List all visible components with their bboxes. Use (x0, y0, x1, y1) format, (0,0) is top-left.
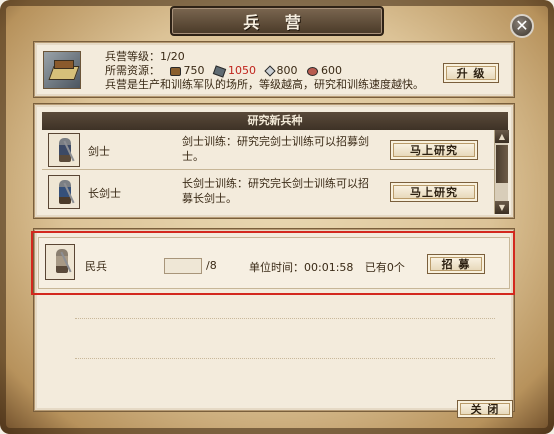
recruit-max: /8 (206, 259, 217, 272)
barracks-info-panel: 兵营等级：1/20 所需资源： 750 1050 800 600 兵营是生产和训… (34, 42, 514, 97)
research-longswordsman-button[interactable]: 马上研究 (390, 182, 478, 202)
research-swordsman-button[interactable]: 马上研究 (390, 140, 478, 160)
window-title-bar: 兵 营 (170, 6, 384, 36)
divider (75, 358, 495, 359)
unit-time: 单位时间：00:01:58 已有0个 (249, 259, 405, 275)
food-icon (307, 66, 318, 76)
unit-time-label: 单位时间： (249, 261, 304, 274)
unit-name: 剑士 (88, 145, 110, 158)
research-scrollbar[interactable]: ▲ ▼ (494, 130, 509, 214)
longswordsman-icon (48, 175, 80, 209)
wood-icon (169, 66, 181, 76)
scroll-down-icon[interactable]: ▼ (495, 201, 509, 214)
swordsman-icon (48, 133, 80, 167)
recruit-highlight: 民兵 /8 单位时间：00:01:58 已有0个 招 募 (31, 231, 515, 295)
close-icon[interactable]: ✕ (510, 14, 534, 38)
recruit-quantity-input[interactable] (164, 258, 202, 274)
militia-name: 民兵 (85, 260, 107, 273)
research-header: 研究新兵种 (42, 112, 508, 130)
unit-row-longswordsman: 长剑士 长剑士训练：研究完长剑士训练可以招募长剑士。 马上研究 (42, 172, 494, 212)
research-panel: 研究新兵种 剑士 剑士训练：研究完剑士训练可以招募剑士。 马上研究 长剑士 长剑… (34, 104, 514, 218)
barracks-window: 兵 营 ✕ 兵营等级：1/20 所需资源： 750 1050 800 600 兵… (0, 0, 554, 434)
owned-count: 已有0个 (364, 261, 405, 274)
recruit-button[interactable]: 招 募 (427, 254, 485, 274)
scroll-up-icon[interactable]: ▲ (495, 130, 509, 143)
scroll-thumb[interactable] (496, 145, 508, 183)
close-button[interactable]: 关 闭 (457, 400, 513, 418)
barracks-description: 兵营是生产和训练军队的场所，等级越高，研究和训练速度越快。 (105, 78, 424, 91)
upgrade-button[interactable]: 升 级 (443, 63, 499, 83)
unit-row-swordsman: 剑士 剑士训练：研究完剑士训练可以招募剑士。 马上研究 (42, 130, 494, 170)
divider (75, 318, 495, 319)
barracks-building-icon (43, 51, 81, 89)
recruit-row-militia: 民兵 /8 单位时间：00:01:58 已有0个 招 募 (38, 237, 510, 289)
iron-icon (263, 65, 276, 77)
unit-time-value: 00:01:58 (304, 261, 354, 274)
militia-icon (45, 244, 75, 280)
unit-name: 长剑士 (88, 187, 121, 200)
window-title: 兵 营 (243, 13, 311, 32)
unit-description: 长剑士训练：研究完长剑士训练可以招募长剑士。 (182, 177, 369, 205)
unit-description: 剑士训练：研究完剑士训练可以招募剑士。 (182, 135, 369, 163)
